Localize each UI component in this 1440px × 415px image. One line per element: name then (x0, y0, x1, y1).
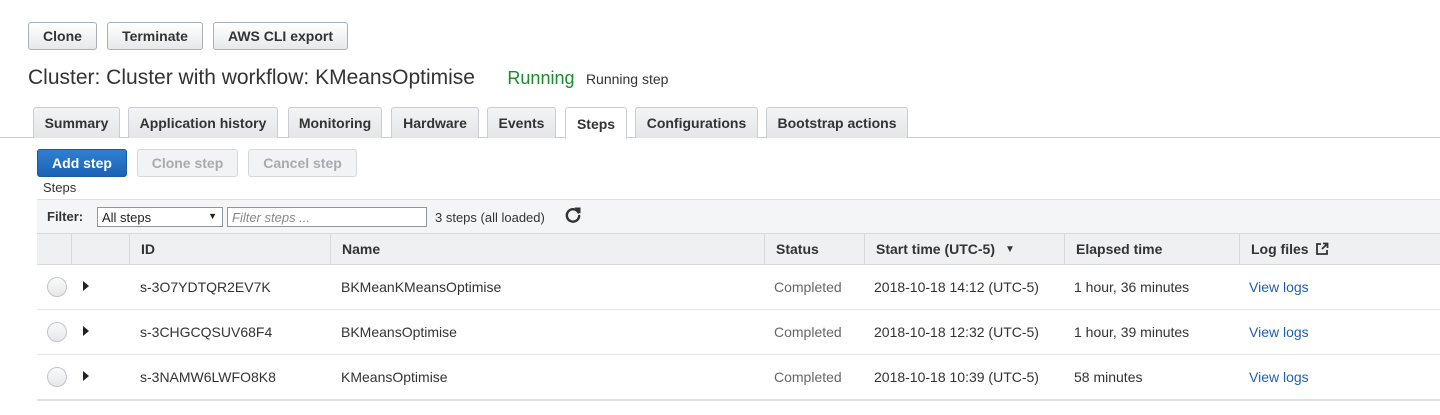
table-row[interactable]: s-3CHGCQSUV68F4 BKMeansOptimise Complete… (37, 310, 1440, 355)
step-start-time: 2018-10-18 14:12 (UTC-5) (874, 279, 1039, 295)
tab-steps[interactable]: Steps (565, 107, 627, 139)
step-name: BKMeansOptimise (341, 324, 457, 340)
step-elapsed-time: 1 hour, 36 minutes (1074, 279, 1190, 295)
cancel-step-button[interactable]: Cancel step (248, 149, 357, 177)
column-header-log-files-label: Log files (1251, 241, 1309, 257)
row-select-radio[interactable] (47, 277, 67, 297)
caret-right-icon[interactable] (83, 371, 89, 381)
chevron-down-icon: ▼ (208, 211, 217, 221)
tab-events[interactable]: Events (487, 107, 556, 138)
table-header: ID Name Status Start time (UTC-5) ▼ Elap… (37, 233, 1440, 265)
row-select-radio[interactable] (47, 367, 67, 387)
column-header-status[interactable]: Status (764, 234, 864, 264)
select-column-header (37, 234, 71, 264)
view-logs-link[interactable]: View logs (1249, 324, 1309, 340)
expand-column-header (71, 234, 129, 264)
external-link-icon (1315, 242, 1328, 255)
filter-select-value: All steps (102, 210, 152, 225)
filter-bar: Filter: All steps ▼ 3 steps (all loaded) (37, 199, 1440, 233)
row-select-radio[interactable] (47, 322, 67, 342)
tab-hardware[interactable]: Hardware (391, 107, 479, 138)
filter-steps-input[interactable] (227, 207, 427, 227)
column-header-log-files[interactable]: Log files (1239, 234, 1440, 264)
step-elapsed-time: 1 hour, 39 minutes (1074, 324, 1190, 340)
step-id: s-3O7YDTQR2EV7K (140, 279, 271, 295)
caret-right-icon[interactable] (83, 326, 89, 336)
clone-step-button[interactable]: Clone step (137, 149, 238, 177)
table-row[interactable]: s-3O7YDTQR2EV7K BKMeanKMeansOptimise Com… (37, 265, 1440, 310)
column-header-start-time-label: Start time (UTC-5) (876, 241, 996, 257)
page-title: Cluster: Cluster with workflow: KMeansOp… (28, 66, 475, 89)
step-start-time: 2018-10-18 12:32 (UTC-5) (874, 324, 1039, 340)
sort-descending-icon: ▼ (1005, 243, 1015, 255)
refresh-icon[interactable] (563, 205, 583, 225)
filter-label: Filter: (47, 209, 84, 224)
view-logs-link[interactable]: View logs (1249, 279, 1309, 295)
column-header-start-time[interactable]: Start time (UTC-5) ▼ (864, 234, 1064, 264)
steps-count: 3 steps (all loaded) (435, 210, 545, 225)
column-header-id[interactable]: ID (129, 234, 330, 264)
terminate-button[interactable]: Terminate (107, 22, 203, 50)
tab-bootstrap-actions[interactable]: Bootstrap actions (766, 107, 908, 138)
view-logs-link[interactable]: View logs (1249, 369, 1309, 385)
column-header-elapsed-time[interactable]: Elapsed time (1064, 234, 1239, 264)
step-name: KMeansOptimise (341, 369, 448, 385)
steps-section-label: Steps (43, 180, 77, 195)
step-status: Completed (774, 324, 842, 340)
tab-configurations[interactable]: Configurations (635, 107, 758, 138)
step-status: Completed (774, 279, 842, 295)
clone-button[interactable]: Clone (28, 22, 97, 50)
step-id: s-3NAMW6LWFO8K8 (140, 369, 276, 385)
step-name: BKMeanKMeansOptimise (341, 279, 502, 295)
filter-select[interactable]: All steps ▼ (97, 207, 223, 227)
step-status: Completed (774, 369, 842, 385)
column-header-name[interactable]: Name (330, 234, 764, 264)
caret-right-icon[interactable] (83, 281, 89, 291)
aws-cli-export-button[interactable]: AWS CLI export (213, 22, 348, 50)
cluster-header: Cluster: Cluster with workflow: KMeansOp… (28, 66, 668, 94)
add-step-button[interactable]: Add step (37, 149, 127, 177)
step-start-time: 2018-10-18 10:39 (UTC-5) (874, 369, 1039, 385)
table-bottom-border (37, 399, 1440, 401)
cluster-status-detail: Running step (585, 71, 669, 87)
step-elapsed-time: 58 minutes (1074, 369, 1143, 385)
tab-application-history[interactable]: Application history (128, 107, 278, 138)
tab-monitoring[interactable]: Monitoring (288, 107, 382, 138)
cluster-status: Running (507, 68, 575, 88)
table-row[interactable]: s-3NAMW6LWFO8K8 KMeansOptimise Completed… (37, 355, 1440, 400)
tab-summary[interactable]: Summary (33, 107, 120, 138)
step-id: s-3CHGCQSUV68F4 (140, 324, 273, 340)
